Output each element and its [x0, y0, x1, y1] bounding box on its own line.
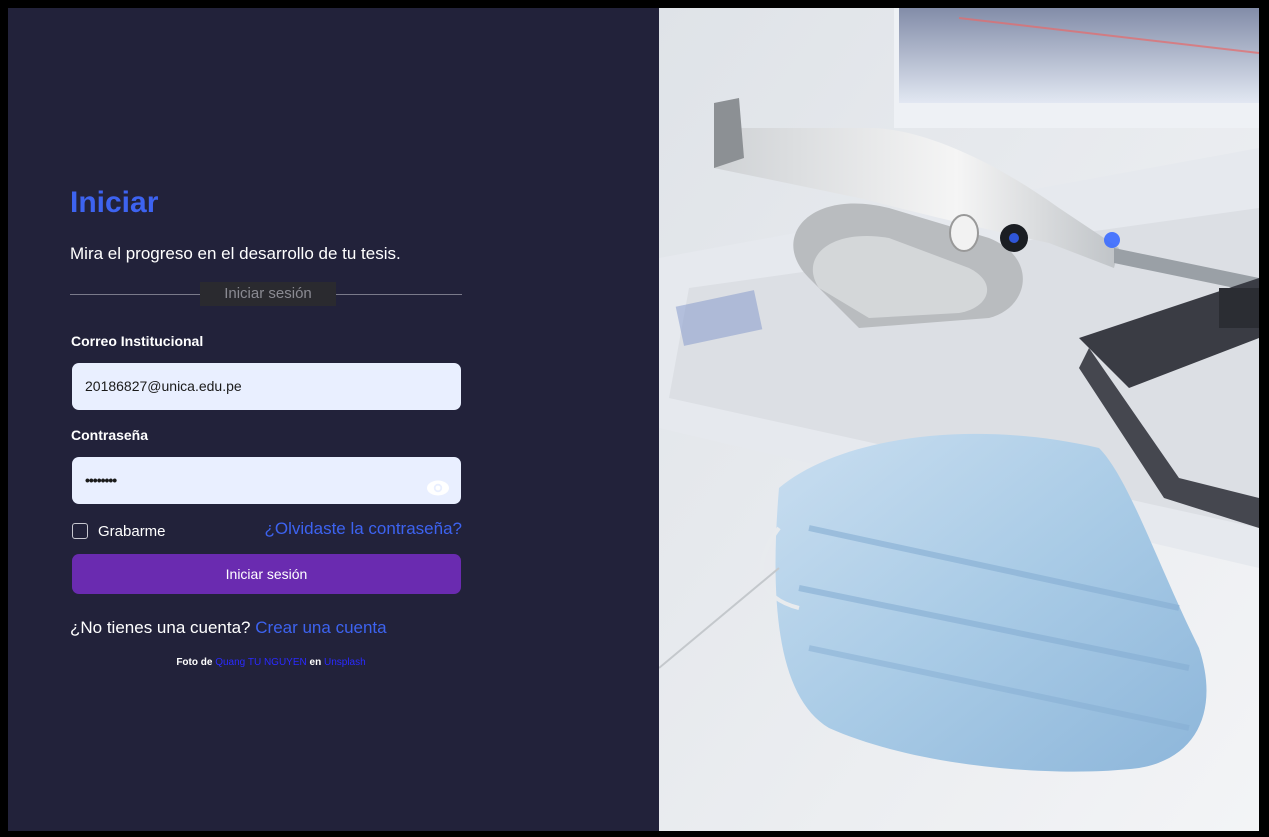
remember-checkbox[interactable] [72, 523, 88, 539]
photo-credit-prefix: Foto de [176, 657, 213, 668]
login-button[interactable]: Iniciar sesión [72, 554, 461, 594]
eye-icon[interactable] [426, 470, 450, 496]
email-label: Correo Institucional [71, 333, 204, 349]
password-label: Contraseña [71, 427, 149, 443]
create-account-link[interactable]: Crear una cuenta [255, 618, 386, 637]
signup-prompt: ¿No tienes una cuenta? Crear una cuenta [70, 618, 387, 638]
photo-credit-middle: en [309, 657, 322, 668]
password-field[interactable]: •••••••• [72, 457, 461, 504]
email-field[interactable]: 20186827@unica.edu.pe [72, 363, 461, 410]
page-title: Iniciar [70, 186, 159, 219]
no-account-text: ¿No tienes una cuenta? [70, 618, 251, 637]
photo-source-link[interactable]: Unsplash [324, 657, 366, 668]
divider-label: Iniciar sesión [200, 282, 336, 306]
forgot-password-link[interactable]: ¿Olvidaste la contraseña? [265, 519, 463, 539]
login-panel: Iniciar Mira el progreso en el desarroll… [8, 8, 659, 831]
photo-credit: Foto de Quang TU NGUYEN en Unsplash [8, 657, 534, 668]
password-value: •••••••• [85, 472, 117, 488]
page-subtitle: Mira el progreso en el desarrollo de tu … [70, 244, 401, 263]
photo-author-link[interactable]: Quang TU NGUYEN [215, 657, 307, 668]
hero-photo [659, 8, 1259, 831]
remember-label: Grabarme [98, 523, 166, 540]
